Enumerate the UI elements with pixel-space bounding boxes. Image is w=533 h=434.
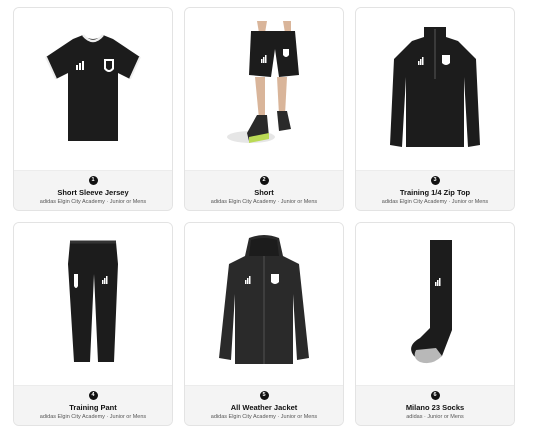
product-number-badge: 1 [88,176,98,185]
product-card-short-sleeve-jersey[interactable]: 1 Short Sleeve Jersey adidas Elgin City … [13,7,173,211]
product-subtitle: adidas · Junior or Mens [406,414,464,420]
product-card-all-weather-jacket[interactable]: 5 All Weather Jacket adidas Elgin City A… [184,222,344,426]
product-title[interactable]: Training Pant [69,403,117,412]
product-subtitle: adidas Elgin City Academy · Junior or Me… [39,199,147,205]
product-subtitle: adidas Elgin City Academy · Junior or Me… [210,414,318,420]
product-subtitle: adidas Elgin City Academy · Junior or Me… [210,199,318,205]
product-image [356,8,514,170]
jersey-icon [45,34,141,141]
product-card-training-zip-top[interactable]: 3 Training 1/4 Zip Top adidas Elgin City… [355,7,515,211]
product-number-badge: 5 [259,391,269,400]
product-card-short[interactable]: 2 Short adidas Elgin City Academy · Juni… [184,7,344,211]
product-image [356,223,514,385]
socks-icon [411,240,452,364]
zip-top-icon [390,27,480,147]
product-subtitle: adidas Elgin City Academy · Junior or Me… [381,199,489,205]
product-number-badge: 6 [430,391,440,400]
product-image [185,223,343,385]
product-title[interactable]: Training 1/4 Zip Top [400,188,470,197]
product-subtitle: adidas Elgin City Academy · Junior or Me… [39,414,147,420]
product-number-badge: 2 [259,176,269,185]
product-number-badge: 4 [88,391,98,400]
product-image [14,223,172,385]
product-image [185,8,343,170]
product-info: 3 Training 1/4 Zip Top adidas Elgin City… [356,170,514,210]
pant-icon [68,240,118,362]
product-grid: 1 Short Sleeve Jersey adidas Elgin City … [13,7,515,426]
product-title[interactable]: Short [254,188,274,197]
product-info: 5 All Weather Jacket adidas Elgin City A… [185,385,343,425]
product-card-milano-23-socks[interactable]: 6 Milano 23 Socks adidas · Junior or Men… [355,222,515,426]
product-image [14,8,172,170]
product-title[interactable]: Milano 23 Socks [406,403,464,412]
product-info: 4 Training Pant adidas Elgin City Academ… [14,385,172,425]
shorts-icon [227,21,299,143]
product-title[interactable]: All Weather Jacket [231,403,298,412]
product-title[interactable]: Short Sleeve Jersey [57,188,128,197]
product-card-training-pant[interactable]: 4 Training Pant adidas Elgin City Academ… [13,222,173,426]
product-info: 2 Short adidas Elgin City Academy · Juni… [185,170,343,210]
jacket-icon [219,235,309,364]
product-number-badge: 3 [430,176,440,185]
product-info: 1 Short Sleeve Jersey adidas Elgin City … [14,170,172,210]
product-info: 6 Milano 23 Socks adidas · Junior or Men… [356,385,514,425]
